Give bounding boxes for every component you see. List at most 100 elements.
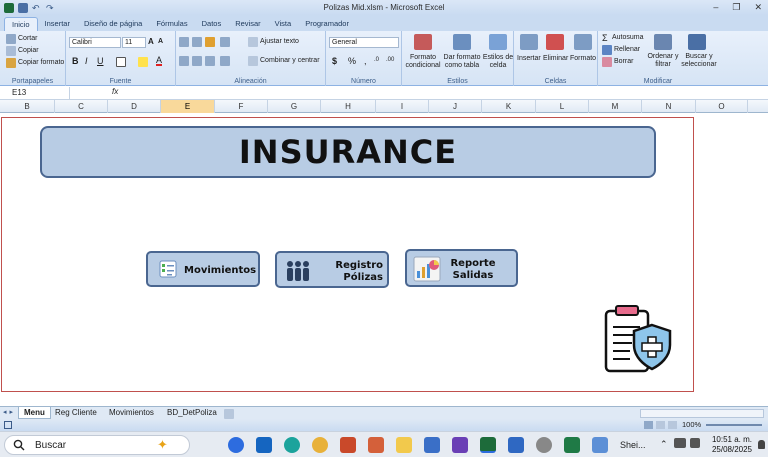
align-bottom-icon[interactable] bbox=[205, 37, 215, 47]
minimize-button[interactable]: – bbox=[713, 2, 718, 13]
restore-button[interactable]: ❐ bbox=[732, 2, 740, 13]
registro-polizas-button[interactable]: Registro Pólizas bbox=[275, 251, 389, 288]
copy-button[interactable]: Copiar bbox=[18, 47, 39, 54]
network-icon[interactable] bbox=[674, 438, 686, 448]
file-explorer-icon[interactable] bbox=[396, 437, 412, 453]
column-header[interactable]: L bbox=[536, 100, 589, 113]
formula-input[interactable] bbox=[126, 87, 766, 99]
tab-insertar[interactable]: Insertar bbox=[38, 17, 77, 31]
conditional-format-button[interactable]: Formato condicional bbox=[405, 54, 441, 70]
close-button[interactable]: ✕ bbox=[754, 2, 762, 13]
tab-revisar[interactable]: Revisar bbox=[228, 17, 267, 31]
zoom-slider[interactable] bbox=[706, 424, 762, 426]
format-as-table-button[interactable]: Dar formato como tabla bbox=[442, 54, 482, 70]
find-select-button[interactable]: Buscar y seleccionar bbox=[680, 53, 718, 69]
column-header-selected[interactable]: E bbox=[161, 100, 215, 113]
column-header[interactable]: M bbox=[589, 100, 642, 113]
tab-diseno-pagina[interactable]: Diseño de página bbox=[77, 17, 149, 31]
decrease-decimal-icon[interactable]: .00 bbox=[386, 57, 394, 63]
merge-center-button[interactable]: Combinar y centrar bbox=[260, 57, 320, 64]
delete-cells-button[interactable]: Eliminar bbox=[543, 55, 568, 62]
column-header[interactable]: G bbox=[268, 100, 321, 113]
column-header[interactable]: J bbox=[429, 100, 482, 113]
sheet-tab-bd-detpoliza[interactable]: BD_DetPoliza bbox=[162, 407, 222, 419]
taskbar-search[interactable]: Buscar ✦ bbox=[4, 435, 190, 455]
tab-formulas[interactable]: Fórmulas bbox=[149, 17, 194, 31]
column-header[interactable]: B bbox=[0, 100, 55, 113]
column-header[interactable]: F bbox=[215, 100, 268, 113]
comma-icon[interactable]: , bbox=[364, 56, 367, 66]
bold-icon[interactable]: B bbox=[72, 56, 79, 66]
new-sheet-icon[interactable] bbox=[224, 409, 234, 419]
format-painter-button[interactable]: Copiar formato bbox=[18, 59, 64, 66]
edge-icon[interactable] bbox=[284, 437, 300, 453]
column-header[interactable]: O bbox=[696, 100, 748, 113]
view-pagebreak-icon[interactable] bbox=[668, 421, 677, 429]
excel-file-icon[interactable] bbox=[564, 437, 580, 453]
shrink-font-icon[interactable]: A bbox=[158, 38, 163, 45]
underline-icon[interactable]: U bbox=[97, 56, 104, 66]
column-header[interactable]: N bbox=[642, 100, 696, 113]
align-left-icon[interactable] bbox=[179, 56, 189, 66]
borders-icon[interactable] bbox=[116, 57, 126, 67]
view-layout-icon[interactable] bbox=[656, 421, 665, 429]
format-cells-button[interactable]: Formato bbox=[570, 55, 596, 62]
align-top-icon[interactable] bbox=[179, 37, 189, 47]
tab-inicio[interactable]: Inicio bbox=[4, 17, 38, 31]
sheet-tab-movimientos[interactable]: Movimientos bbox=[104, 407, 159, 419]
tab-programador[interactable]: Programador bbox=[298, 17, 356, 31]
powerpoint-icon[interactable] bbox=[340, 437, 356, 453]
fx-icon[interactable]: fx bbox=[112, 87, 118, 96]
movimientos-button[interactable]: Movimientos bbox=[146, 251, 260, 287]
percent-icon[interactable]: % bbox=[348, 56, 356, 66]
worksheet[interactable]: INSURANCE Movimientos Registro Pólizas R… bbox=[0, 113, 768, 406]
horizontal-scrollbar[interactable] bbox=[640, 409, 764, 418]
macro-record-icon[interactable] bbox=[4, 421, 12, 429]
outlook-icon[interactable] bbox=[256, 437, 272, 453]
italic-icon[interactable]: I bbox=[85, 56, 88, 66]
fill-color-icon[interactable] bbox=[138, 57, 148, 67]
font-color-icon[interactable]: A bbox=[156, 56, 163, 66]
grow-font-icon[interactable]: A bbox=[148, 37, 154, 46]
clear-button[interactable]: Borrar bbox=[614, 58, 633, 65]
zoom-app-icon[interactable] bbox=[228, 437, 244, 453]
column-header[interactable]: K bbox=[482, 100, 536, 113]
align-right-icon[interactable] bbox=[205, 56, 215, 66]
zoom-level[interactable]: 100% bbox=[682, 420, 701, 429]
insert-cells-button[interactable]: Insertar bbox=[517, 55, 541, 62]
notification-bell-icon[interactable] bbox=[758, 440, 765, 449]
reporte-salidas-button[interactable]: Reporte Salidas bbox=[405, 249, 518, 287]
align-middle-icon[interactable] bbox=[192, 37, 202, 47]
currency-icon[interactable]: $ bbox=[332, 56, 337, 66]
tab-vista[interactable]: Vista bbox=[268, 17, 299, 31]
sheet-nav-arrows-icon[interactable]: ◂▸ bbox=[3, 408, 16, 416]
tray-chevron-icon[interactable]: ⌃ bbox=[660, 439, 668, 450]
column-header[interactable]: D bbox=[108, 100, 161, 113]
sheet-tab-reg-cliente[interactable]: Reg Cliente bbox=[50, 407, 102, 419]
column-header[interactable]: I bbox=[376, 100, 429, 113]
taskbar-clock[interactable]: 10:51 a. m. 25/08/2025 bbox=[712, 435, 752, 455]
shein-app-label[interactable]: Shei... bbox=[620, 440, 646, 450]
increase-decimal-icon[interactable]: .0 bbox=[374, 57, 379, 63]
wrap-text-button[interactable]: Ajustar texto bbox=[260, 38, 299, 45]
view-normal-icon[interactable] bbox=[644, 421, 653, 429]
indent-icon[interactable] bbox=[220, 56, 230, 66]
excel-taskbar-icon[interactable] bbox=[480, 437, 496, 453]
sheet-tab-menu[interactable]: Menu bbox=[18, 407, 51, 419]
visual-studio-icon[interactable] bbox=[452, 437, 468, 453]
number-format-select[interactable]: General bbox=[329, 37, 399, 48]
ppt-file-icon[interactable] bbox=[368, 437, 384, 453]
autosum-button[interactable]: Autosuma bbox=[612, 34, 644, 41]
app-c-icon[interactable] bbox=[508, 437, 524, 453]
chrome-alt-icon[interactable] bbox=[536, 437, 552, 453]
column-header[interactable]: C bbox=[55, 100, 108, 113]
volume-icon[interactable] bbox=[690, 438, 700, 448]
photos-icon[interactable] bbox=[592, 437, 608, 453]
sort-filter-button[interactable]: Ordenar y filtrar bbox=[646, 53, 680, 69]
tab-datos[interactable]: Datos bbox=[195, 17, 229, 31]
align-center-icon[interactable] bbox=[192, 56, 202, 66]
mail-icon[interactable] bbox=[424, 437, 440, 453]
cell-styles-button[interactable]: Estilos de celda bbox=[482, 54, 514, 70]
column-header[interactable]: H bbox=[321, 100, 376, 113]
chrome-icon[interactable] bbox=[312, 437, 328, 453]
